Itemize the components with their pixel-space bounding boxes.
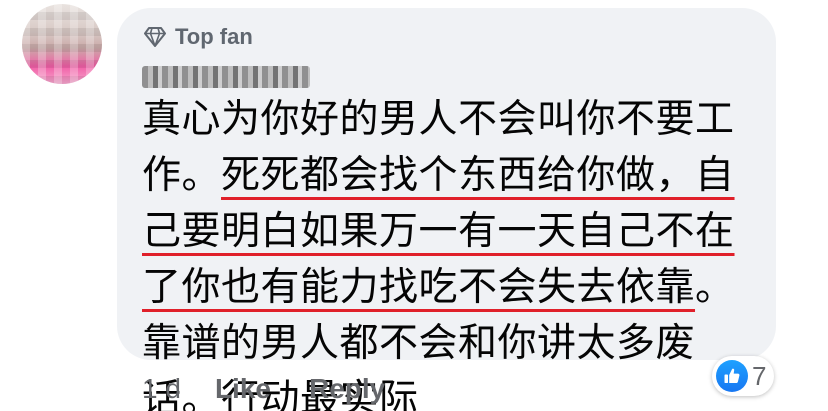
underlined-text: 死死都会找个东西给你做，自	[221, 153, 735, 198]
avatar[interactable]	[22, 4, 102, 84]
comment-thread: Top fan 真心为你好的男人不会叫你不要工 作。死死都会找个东西给你做，自 …	[0, 0, 828, 411]
timestamp-link[interactable]: 1 d	[142, 373, 181, 405]
comment-line: 了你也有能力找吃不会失去依靠。	[142, 265, 735, 310]
comment-line: 真心为你好的男人不会叫你不要工	[142, 97, 735, 142]
diamond-icon	[144, 27, 166, 47]
reply-button[interactable]: Reply	[309, 373, 385, 405]
comment-line: 靠谱的男人都不会和你讲太多废	[142, 321, 696, 366]
thumbs-up-icon	[716, 360, 748, 392]
comment-line: 作。死死都会找个东西给你做，自	[142, 153, 735, 198]
like-button[interactable]: Like	[215, 373, 271, 405]
reaction-count: 7	[752, 360, 767, 391]
underlined-text: 己要明白如果万一有一天自己不在	[142, 209, 735, 254]
reaction-summary[interactable]: 7	[712, 356, 775, 396]
badge-label: Top fan	[175, 24, 253, 49]
comment-actions: 1 d Like Reply	[142, 372, 423, 406]
underlined-text: 了你也有能力找吃不会失去依靠	[142, 265, 696, 310]
top-fan-badge: Top fan	[144, 23, 253, 51]
commenter-name-redacted[interactable]	[142, 66, 310, 88]
comment-line: 己要明白如果万一有一天自己不在	[142, 204, 768, 260]
avatar-pixelation	[22, 4, 102, 84]
comment-text: 真心为你好的男人不会叫你不要工 作。死死都会找个东西给你做，自 己要明白如果万一…	[142, 92, 768, 411]
